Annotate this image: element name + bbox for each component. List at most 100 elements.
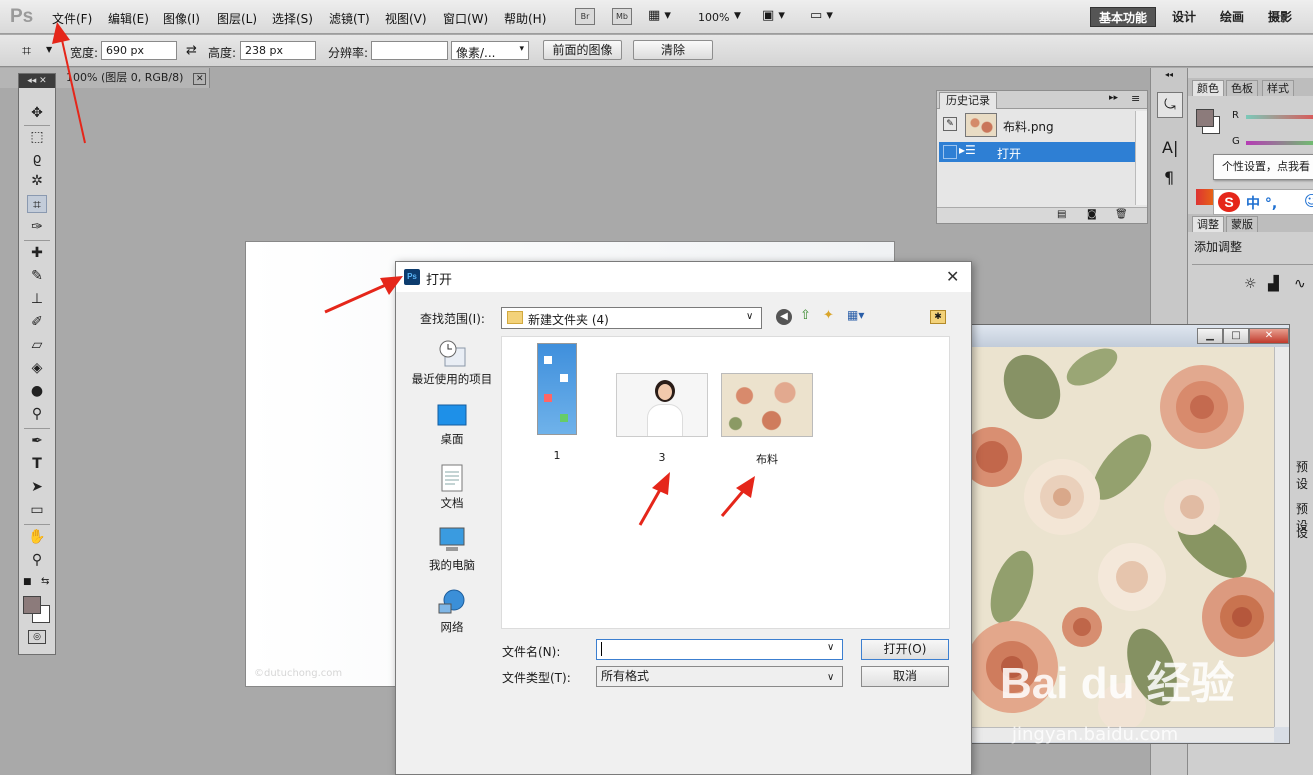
default-colors-icon[interactable]: ■ <box>23 577 32 587</box>
menu-view[interactable]: 视图(V) <box>385 10 427 27</box>
levels-icon[interactable]: ▟ <box>1268 276 1279 292</box>
resolution-unit-select[interactable]: 像素/... ▾ <box>451 41 529 60</box>
workspace-design[interactable]: 设计 <box>1172 7 1196 27</box>
menu-edit[interactable]: 编辑(E) <box>108 10 149 27</box>
view-menu-icon[interactable]: ▦▾ <box>847 308 864 322</box>
crop-tool-icon[interactable]: ⌗ <box>22 41 31 61</box>
front-image-button[interactable]: 前面的图像 <box>543 40 622 60</box>
height-field[interactable]: 238 px <box>240 41 316 60</box>
tab-swatches[interactable]: 色板 <box>1226 80 1258 96</box>
cancel-button[interactable]: 取消 <box>861 666 949 687</box>
zoom-tool-icon[interactable]: ⚲ <box>27 551 47 569</box>
place-documents[interactable]: 文档 <box>409 464 495 511</box>
magic-wand-tool-icon[interactable]: ✲ <box>27 172 47 190</box>
width-field[interactable]: 690 px <box>101 41 177 60</box>
type-tool-icon[interactable]: T <box>27 455 47 473</box>
collapse-icon[interactable]: ◂◂ <box>1165 70 1173 79</box>
foreground-color-swatch[interactable] <box>23 596 41 614</box>
marquee-tool-icon[interactable]: ⬚ <box>27 128 47 146</box>
new-document-icon[interactable]: ▤ <box>1057 209 1066 220</box>
place-network[interactable]: 网络 <box>409 588 495 635</box>
workspace-photography[interactable]: 摄影 <box>1268 7 1292 27</box>
panel-menu-icon[interactable]: ≡ <box>1131 92 1140 105</box>
history-scrollbar[interactable] <box>1135 111 1147 205</box>
menu-filter[interactable]: 滤镜(T) <box>329 10 370 27</box>
path-selection-tool-icon[interactable]: ➤ <box>27 478 47 496</box>
place-computer[interactable]: 我的电脑 <box>409 526 495 573</box>
move-tool-icon[interactable]: ✥ <box>27 104 47 122</box>
chevron-down-icon[interactable]: ▼ <box>734 11 741 21</box>
minibridge-button[interactable]: Mb <box>612 8 632 25</box>
blur-tool-icon[interactable]: ● <box>27 382 47 400</box>
pen-tool-icon[interactable]: ✒ <box>27 432 47 450</box>
swap-icon[interactable]: ⇄ <box>186 43 197 58</box>
file-item-fabric[interactable]: 布料 <box>712 373 822 467</box>
maximize-icon[interactable]: □ <box>1223 328 1249 344</box>
red-slider[interactable] <box>1246 115 1313 119</box>
look-in-select[interactable]: 新建文件夹 (4) ∨ <box>501 307 762 329</box>
healing-brush-tool-icon[interactable]: ✚ <box>27 244 47 262</box>
workspace-essentials[interactable]: 基本功能 <box>1090 7 1156 27</box>
open-button[interactable]: 打开(O) <box>861 639 949 660</box>
shape-tool-icon[interactable]: ▭ <box>27 501 47 519</box>
brightness-icon[interactable]: ☼ <box>1244 276 1257 292</box>
curves-icon[interactable]: ∿ <box>1294 276 1306 292</box>
panel-collapse-icon[interactable]: ▸▸ <box>1109 93 1118 103</box>
history-source-box[interactable] <box>943 145 957 159</box>
file-item-3[interactable]: 3 <box>607 373 717 464</box>
lasso-tool-icon[interactable]: ϱ <box>27 150 47 168</box>
emoji-icon[interactable]: ☺ <box>1304 192 1313 210</box>
chevron-down-icon[interactable]: ▼ <box>46 45 52 54</box>
stamp-tool-icon[interactable]: ⊥ <box>27 290 47 308</box>
tab-masks[interactable]: 蒙版 <box>1226 216 1258 232</box>
dialog-titlebar[interactable]: Ps 打开 ✕ <box>396 262 971 292</box>
minimize-icon[interactable]: ▁ <box>1197 328 1223 344</box>
eyedropper-tool-icon[interactable]: ✑ <box>27 218 47 236</box>
character-panel-icon[interactable]: A| <box>1162 138 1178 157</box>
camera-icon[interactable]: ◙ <box>1087 209 1097 220</box>
place-recent[interactable]: 最近使用的项目 <box>409 340 495 387</box>
workspace-painting[interactable]: 绘画 <box>1220 7 1244 27</box>
bridge-button[interactable]: Br <box>575 8 595 25</box>
tools-panel-header[interactable]: ◂◂ ✕ <box>19 74 55 88</box>
file-item-1[interactable]: 1 <box>502 343 612 462</box>
preset-label[interactable]: 预设 <box>1296 458 1313 492</box>
ime-mode[interactable]: 中 °, <box>1246 193 1277 213</box>
eraser-tool-icon[interactable]: ▱ <box>27 336 47 354</box>
menu-file[interactable]: 文件(F) <box>52 10 92 27</box>
file-list[interactable]: 1 3 布料 <box>501 336 950 629</box>
chevron-down-icon[interactable]: ∨ <box>827 642 834 653</box>
place-desktop[interactable]: 桌面 <box>409 404 495 447</box>
zoom-level[interactable]: 100% <box>698 11 729 24</box>
favorite-folder-icon[interactable]: ✱ <box>930 310 946 324</box>
crop-tool-icon[interactable]: ⌗ <box>27 195 47 213</box>
hand-tool-icon[interactable]: ✋ <box>27 528 47 546</box>
menu-select[interactable]: 选择(S) <box>272 10 313 27</box>
view-extras-icon[interactable]: ▦ ▾ <box>648 8 671 23</box>
history-snapshot[interactable]: ✎ 布料.png <box>939 111 1135 139</box>
brush-tool-icon[interactable]: ✎ <box>27 267 47 285</box>
history-tab[interactable]: 历史记录 <box>939 92 997 109</box>
preset-label[interactable]: 设 <box>1296 524 1308 541</box>
vertical-scrollbar[interactable] <box>1274 347 1289 727</box>
menu-layer[interactable]: 图层(L) <box>217 10 257 27</box>
quick-mask-icon[interactable]: ◎ <box>28 630 46 644</box>
resolution-field[interactable] <box>371 41 448 60</box>
history-step-open[interactable]: ▸☰ 打开 <box>939 142 1135 162</box>
menu-window[interactable]: 窗口(W) <box>443 10 488 27</box>
history-brush-icon[interactable]: ✎ <box>943 117 957 131</box>
clear-button[interactable]: 清除 <box>633 40 713 60</box>
foreground-color-swatch[interactable] <box>1196 109 1214 127</box>
close-icon[interactable]: ✕ <box>192 73 207 85</box>
file-name-input[interactable]: ∨ <box>596 639 843 660</box>
new-folder-icon[interactable]: ✦ <box>823 308 834 323</box>
arrange-documents-icon[interactable]: ▣ ▾ <box>762 8 785 23</box>
trash-icon[interactable]: 🗑 <box>1115 209 1128 220</box>
back-icon[interactable]: ◀ <box>776 309 792 325</box>
tab-adjustments[interactable]: 调整 <box>1192 216 1224 232</box>
tab-styles[interactable]: 样式 <box>1262 80 1294 96</box>
paint-bucket-tool-icon[interactable]: ◈ <box>27 359 47 377</box>
ime-toolbar[interactable]: S 中 °, ☺ <box>1213 189 1313 215</box>
history-panel-icon[interactable]: ⤿ <box>1157 92 1183 118</box>
sogou-logo-icon[interactable]: S <box>1218 192 1240 212</box>
